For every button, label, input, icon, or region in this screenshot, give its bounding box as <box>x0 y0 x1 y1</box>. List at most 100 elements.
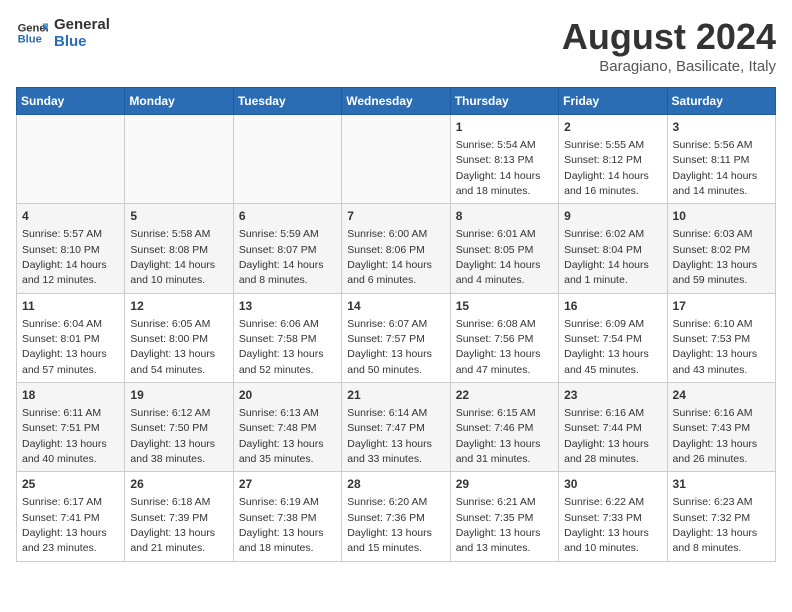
calendar-cell: 20Sunrise: 6:13 AM Sunset: 7:48 PM Dayli… <box>233 383 341 472</box>
day-header-tuesday: Tuesday <box>233 88 341 115</box>
svg-text:Blue: Blue <box>18 34 42 46</box>
day-info: Sunrise: 6:14 AM Sunset: 7:47 PM Dayligh… <box>347 407 432 465</box>
day-info: Sunrise: 6:07 AM Sunset: 7:57 PM Dayligh… <box>347 318 432 376</box>
day-number: 21 <box>347 387 444 404</box>
day-info: Sunrise: 6:05 AM Sunset: 8:00 PM Dayligh… <box>130 318 215 376</box>
day-info: Sunrise: 6:06 AM Sunset: 7:58 PM Dayligh… <box>239 318 324 376</box>
day-number: 5 <box>130 208 227 225</box>
calendar-cell: 4 Sunrise: 5:57 AM Sunset: 8:10 PM Daylig… <box>17 204 125 293</box>
day-info: Sunrise: 6:01 AM Sunset: 8:05 PM Dayligh… <box>456 228 541 286</box>
calendar-cell: 24 Sunrise: 6:16 AM Sunset: 7:43 PM Dayli… <box>667 383 775 472</box>
day-info: Sunrise: 6:23 AM Sunset: 7:32 PM Dayligh… <box>673 496 758 554</box>
day-number: 31 <box>673 476 770 493</box>
calendar-cell: 21 Sunrise: 6:14 AM Sunset: 7:47 PM Dayli… <box>342 383 450 472</box>
day-number: 30 <box>564 476 661 493</box>
calendar-cell <box>17 115 125 204</box>
day-header-friday: Friday <box>559 88 667 115</box>
calendar-cell: 19 Sunrise: 6:12 AM Sunset: 7:50 PM Dayli… <box>125 383 233 472</box>
calendar-cell: 27Sunrise: 6:19 AM Sunset: 7:38 PM Dayli… <box>233 472 341 561</box>
day-number: 13 <box>239 298 336 315</box>
day-number: 20 <box>239 387 336 404</box>
day-info: Sunrise: 5:56 AM Sunset: 8:11 PM Dayligh… <box>673 139 758 197</box>
calendar-cell: 7Sunrise: 6:00 AM Sunset: 8:06 PM Daylig… <box>342 204 450 293</box>
calendar-header-row: SundayMondayTuesdayWednesdayThursdayFrid… <box>17 88 776 115</box>
calendar-week-3: 11 Sunrise: 6:04 AM Sunset: 8:01 PM Dayli… <box>17 293 776 382</box>
day-header-thursday: Thursday <box>450 88 558 115</box>
day-number: 2 <box>564 119 661 136</box>
calendar-cell: 13 Sunrise: 6:06 AM Sunset: 7:58 PM Dayli… <box>233 293 341 382</box>
day-number: 11 <box>22 298 119 315</box>
day-number: 7 <box>347 208 444 225</box>
day-info: Sunrise: 5:58 AM Sunset: 8:08 PM Dayligh… <box>130 228 215 286</box>
calendar-cell: 29Sunrise: 6:21 AM Sunset: 7:35 PM Dayli… <box>450 472 558 561</box>
day-number: 19 <box>130 387 227 404</box>
day-info: Sunrise: 6:11 AM Sunset: 7:51 PM Dayligh… <box>22 407 107 465</box>
calendar-cell: 14 Sunrise: 6:07 AM Sunset: 7:57 PM Dayli… <box>342 293 450 382</box>
day-number: 26 <box>130 476 227 493</box>
day-info: Sunrise: 6:04 AM Sunset: 8:01 PM Dayligh… <box>22 318 107 376</box>
calendar-cell: 6Sunrise: 5:59 AM Sunset: 8:07 PM Daylig… <box>233 204 341 293</box>
day-info: Sunrise: 6:16 AM Sunset: 7:44 PM Dayligh… <box>564 407 649 465</box>
day-number: 23 <box>564 387 661 404</box>
day-number: 29 <box>456 476 553 493</box>
day-info: Sunrise: 6:20 AM Sunset: 7:36 PM Dayligh… <box>347 496 432 554</box>
calendar-cell: 3 Sunrise: 5:56 AM Sunset: 8:11 PM Daylig… <box>667 115 775 204</box>
logo: General Blue General Blue <box>16 16 110 50</box>
calendar-cell: 1 Sunrise: 5:54 AM Sunset: 8:13 PM Daylig… <box>450 115 558 204</box>
logo-icon: General Blue <box>16 17 48 49</box>
day-info: Sunrise: 6:03 AM Sunset: 8:02 PM Dayligh… <box>673 228 758 286</box>
calendar-cell: 9Sunrise: 6:02 AM Sunset: 8:04 PM Daylig… <box>559 204 667 293</box>
logo-text-line2: Blue <box>54 33 110 50</box>
calendar-table: SundayMondayTuesdayWednesdayThursdayFrid… <box>16 87 776 562</box>
calendar-cell: 28 Sunrise: 6:20 AM Sunset: 7:36 PM Dayli… <box>342 472 450 561</box>
day-info: Sunrise: 6:16 AM Sunset: 7:43 PM Dayligh… <box>673 407 758 465</box>
day-number: 28 <box>347 476 444 493</box>
calendar-cell: 10 Sunrise: 6:03 AM Sunset: 8:02 PM Dayli… <box>667 204 775 293</box>
day-info: Sunrise: 5:54 AM Sunset: 8:13 PM Dayligh… <box>456 139 541 197</box>
calendar-cell: 12 Sunrise: 6:05 AM Sunset: 8:00 PM Dayli… <box>125 293 233 382</box>
calendar-cell: 31 Sunrise: 6:23 AM Sunset: 7:32 PM Dayli… <box>667 472 775 561</box>
day-number: 16 <box>564 298 661 315</box>
day-number: 3 <box>673 119 770 136</box>
calendar-cell: 16Sunrise: 6:09 AM Sunset: 7:54 PM Dayli… <box>559 293 667 382</box>
calendar-cell: 8 Sunrise: 6:01 AM Sunset: 8:05 PM Daylig… <box>450 204 558 293</box>
day-info: Sunrise: 5:57 AM Sunset: 8:10 PM Dayligh… <box>22 228 107 286</box>
day-header-wednesday: Wednesday <box>342 88 450 115</box>
day-header-saturday: Saturday <box>667 88 775 115</box>
day-info: Sunrise: 6:15 AM Sunset: 7:46 PM Dayligh… <box>456 407 541 465</box>
calendar-cell <box>125 115 233 204</box>
day-number: 18 <box>22 387 119 404</box>
day-info: Sunrise: 6:18 AM Sunset: 7:39 PM Dayligh… <box>130 496 215 554</box>
day-number: 12 <box>130 298 227 315</box>
day-info: Sunrise: 6:12 AM Sunset: 7:50 PM Dayligh… <box>130 407 215 465</box>
calendar-cell: 26 Sunrise: 6:18 AM Sunset: 7:39 PM Dayli… <box>125 472 233 561</box>
day-info: Sunrise: 6:02 AM Sunset: 8:04 PM Dayligh… <box>564 228 649 286</box>
day-number: 25 <box>22 476 119 493</box>
day-info: Sunrise: 5:55 AM Sunset: 8:12 PM Dayligh… <box>564 139 649 197</box>
calendar-week-4: 18 Sunrise: 6:11 AM Sunset: 7:51 PM Dayli… <box>17 383 776 472</box>
day-number: 22 <box>456 387 553 404</box>
day-info: Sunrise: 6:22 AM Sunset: 7:33 PM Dayligh… <box>564 496 649 554</box>
title-block: August 2024 Baragiano, Basilicate, Italy <box>562 16 776 75</box>
calendar-cell <box>233 115 341 204</box>
day-number: 4 <box>22 208 119 225</box>
day-number: 8 <box>456 208 553 225</box>
calendar-cell <box>342 115 450 204</box>
day-number: 10 <box>673 208 770 225</box>
calendar-cell: 2 Sunrise: 5:55 AM Sunset: 8:12 PM Daylig… <box>559 115 667 204</box>
day-number: 17 <box>673 298 770 315</box>
calendar-cell: 30 Sunrise: 6:22 AM Sunset: 7:33 PM Dayli… <box>559 472 667 561</box>
month-title: August 2024 <box>562 16 776 58</box>
calendar-week-1: 1 Sunrise: 5:54 AM Sunset: 8:13 PM Daylig… <box>17 115 776 204</box>
day-number: 6 <box>239 208 336 225</box>
calendar-cell: 15Sunrise: 6:08 AM Sunset: 7:56 PM Dayli… <box>450 293 558 382</box>
day-number: 14 <box>347 298 444 315</box>
logo-text-line1: General <box>54 16 110 33</box>
calendar-cell: 22 Sunrise: 6:15 AM Sunset: 7:46 PM Dayli… <box>450 383 558 472</box>
day-number: 24 <box>673 387 770 404</box>
day-number: 27 <box>239 476 336 493</box>
calendar-cell: 5 Sunrise: 5:58 AM Sunset: 8:08 PM Daylig… <box>125 204 233 293</box>
day-info: Sunrise: 6:17 AM Sunset: 7:41 PM Dayligh… <box>22 496 107 554</box>
day-number: 1 <box>456 119 553 136</box>
day-info: Sunrise: 6:08 AM Sunset: 7:56 PM Dayligh… <box>456 318 541 376</box>
